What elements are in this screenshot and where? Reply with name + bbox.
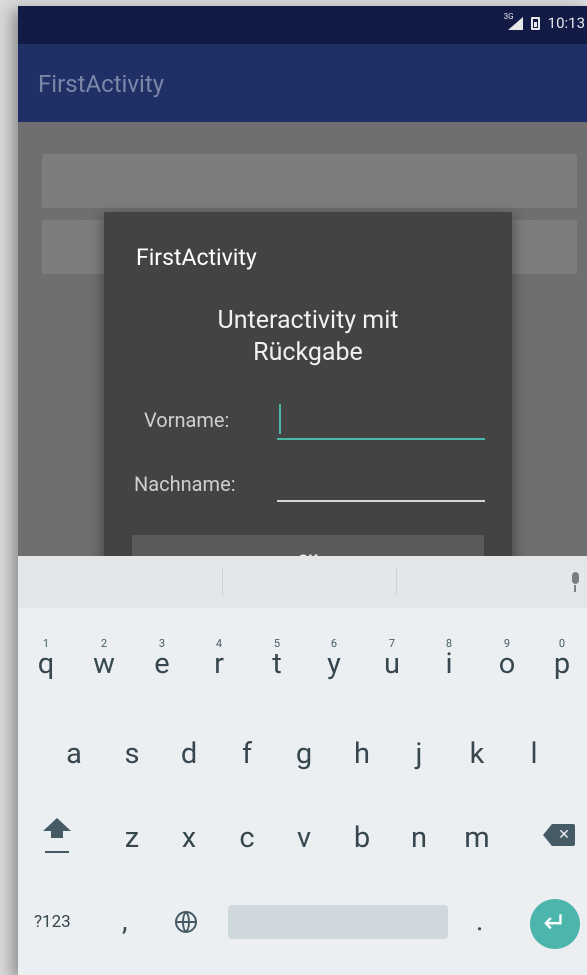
suggestion-strip bbox=[18, 556, 587, 608]
status-time: 10:13 bbox=[547, 14, 585, 32]
key-l[interactable]: l bbox=[509, 724, 559, 784]
vorname-field[interactable] bbox=[277, 400, 485, 440]
key-d[interactable]: d bbox=[164, 724, 214, 784]
microphone-icon[interactable] bbox=[569, 572, 581, 594]
key-hint: 4 bbox=[215, 637, 223, 650]
dialog-message: Unteractivity mit Rückgabe bbox=[104, 305, 512, 369]
status-bar: 3G 10:13 bbox=[18, 6, 587, 44]
key-hint: 6 bbox=[330, 637, 338, 650]
symbols-key[interactable]: ?123 bbox=[34, 912, 71, 932]
key-z[interactable]: z bbox=[107, 808, 157, 868]
key-u[interactable]: 7u bbox=[367, 634, 417, 694]
key-v[interactable]: v bbox=[279, 808, 329, 868]
key-y[interactable]: 6y bbox=[309, 634, 359, 694]
dialog-message-line2: Rückgabe bbox=[253, 338, 363, 367]
signal-icon: 3G bbox=[504, 12, 523, 30]
period-key[interactable]: . bbox=[476, 904, 483, 937]
activity-content: FirstActivity Unteractivity mit Rückgabe… bbox=[18, 122, 587, 614]
key-e[interactable]: 3e bbox=[137, 634, 187, 694]
nachname-field[interactable] bbox=[277, 462, 485, 502]
key-p[interactable]: 0p bbox=[537, 634, 587, 694]
key-b[interactable]: b bbox=[337, 808, 387, 868]
key-h[interactable]: h bbox=[337, 724, 387, 784]
text-cursor bbox=[279, 404, 281, 434]
suggestion-divider bbox=[396, 568, 397, 596]
key-g[interactable]: g bbox=[279, 724, 329, 784]
enter-key[interactable]: ↵ bbox=[530, 899, 580, 949]
key-hint: 7 bbox=[388, 637, 396, 650]
app-bar: FirstActivity bbox=[18, 44, 587, 122]
key-hint: 0 bbox=[558, 637, 566, 650]
key-a[interactable]: a bbox=[49, 724, 99, 784]
status-icons: 3G 10:13 bbox=[504, 12, 585, 33]
shift-icon[interactable] bbox=[43, 818, 73, 858]
key-hint: 2 bbox=[100, 637, 108, 650]
key-label: y bbox=[327, 647, 341, 681]
key-label: e bbox=[154, 647, 170, 681]
key-label: w bbox=[93, 647, 115, 681]
comma-key[interactable]: , bbox=[122, 904, 128, 937]
key-c[interactable]: c bbox=[222, 808, 272, 868]
battery-icon bbox=[530, 16, 540, 30]
key-x[interactable]: x bbox=[164, 808, 214, 868]
device-screen: 3G 10:13 FirstActivity FirstActivity Unt… bbox=[18, 6, 587, 975]
key-hint: 8 bbox=[445, 637, 453, 650]
key-f[interactable]: f bbox=[222, 724, 272, 784]
key-hint: 9 bbox=[503, 637, 511, 650]
key-label: i bbox=[445, 647, 453, 681]
vorname-label: Vorname: bbox=[144, 408, 230, 432]
backspace-icon[interactable]: ✕ bbox=[543, 824, 577, 848]
key-label: p bbox=[553, 647, 571, 681]
key-label: o bbox=[498, 647, 516, 681]
soft-keyboard: 1q 2w 3e 4r 5t 6y 7u 8i 9o 0p a s d f g … bbox=[18, 556, 587, 975]
key-label: t bbox=[272, 647, 282, 681]
input-dialog: FirstActivity Unteractivity mit Rückgabe… bbox=[104, 212, 512, 614]
key-label: q bbox=[37, 647, 55, 681]
key-m[interactable]: m bbox=[452, 808, 502, 868]
globe-icon[interactable] bbox=[175, 911, 197, 933]
key-w[interactable]: 2w bbox=[79, 634, 129, 694]
key-hint: 5 bbox=[273, 637, 281, 650]
key-o[interactable]: 9o bbox=[482, 634, 532, 694]
key-q[interactable]: 1q bbox=[21, 634, 71, 694]
background-button-1 bbox=[42, 154, 577, 208]
space-bar[interactable] bbox=[228, 905, 448, 939]
key-k[interactable]: k bbox=[452, 724, 502, 784]
key-label: r bbox=[214, 647, 224, 681]
key-r[interactable]: 4r bbox=[194, 634, 244, 694]
key-hint: 3 bbox=[158, 637, 166, 650]
dialog-title: FirstActivity bbox=[136, 244, 257, 271]
nachname-label: Nachname: bbox=[134, 472, 236, 496]
vorname-underline bbox=[277, 438, 485, 440]
dialog-message-line1: Unteractivity mit bbox=[217, 306, 399, 335]
key-i[interactable]: 8i bbox=[424, 634, 474, 694]
key-j[interactable]: j bbox=[394, 724, 444, 784]
app-title: FirstActivity bbox=[38, 70, 165, 98]
key-n[interactable]: n bbox=[394, 808, 444, 868]
suggestion-divider bbox=[222, 568, 223, 596]
key-s[interactable]: s bbox=[107, 724, 157, 784]
key-hint: 1 bbox=[42, 637, 50, 650]
signal-label: 3G bbox=[503, 11, 514, 21]
key-label: u bbox=[384, 647, 400, 681]
key-t[interactable]: 5t bbox=[252, 634, 302, 694]
nachname-underline bbox=[277, 500, 485, 502]
